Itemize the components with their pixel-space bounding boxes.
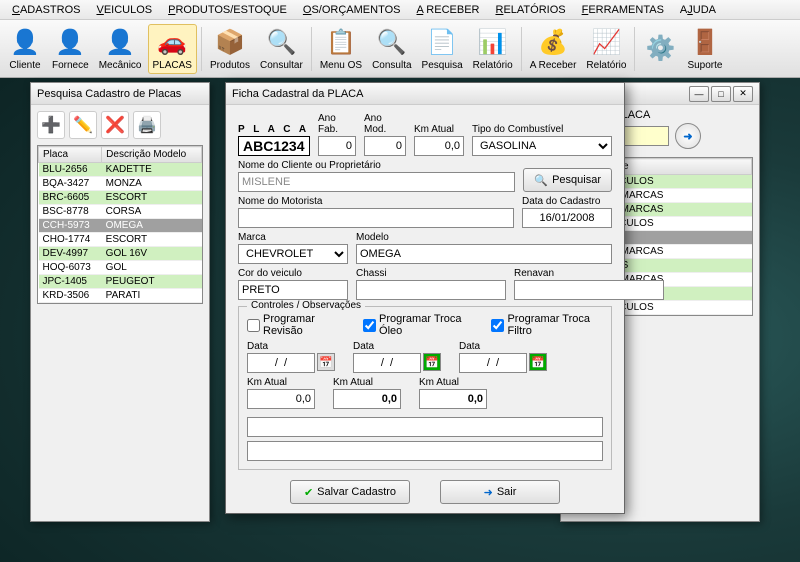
toolbar-relatório[interactable]: 📈Relatório [582,25,630,73]
chassi-input[interactable] [356,280,506,300]
placa-label: P L A C A [238,124,310,135]
km-input[interactable] [414,136,464,156]
table-row[interactable]: DEV-4997GOL 16V [39,247,202,261]
toolbar-pesquisa[interactable]: 📄Pesquisa [418,25,467,73]
window-title-text: Pesquisa Cadastro de Placas [37,88,181,100]
menu-item[interactable]: PRODUTOS/ESTOQUE [160,2,295,18]
comb-label: Tipo do Combustível [472,124,612,135]
menu-item[interactable]: AJUDA [672,2,724,18]
motorista-label: Nome do Motorista [238,196,514,207]
cliente-label: Nome do Cliente ou Proprietário [238,160,515,171]
table-row[interactable]: CHO-1774ESCORT [39,233,202,247]
table-row[interactable]: CCH-5973OMEGA [39,219,202,233]
controles-title: Controles / Observações [247,300,365,311]
data-rev-input[interactable] [247,353,315,373]
renavan-label: Renavan [514,268,664,279]
calendar-icon[interactable]: 📅 [423,353,441,371]
menu-item[interactable]: RELATÓRIOS [487,2,573,18]
table-row[interactable]: BLU-2656KADETTE [39,163,202,177]
delete-icon[interactable]: ❌ [101,111,129,139]
km-label: Km Atual [414,124,464,135]
arrow-icon: ➜ [484,486,493,499]
toolbar-consulta[interactable]: 🔍Consulta [368,25,415,73]
print-icon[interactable]: 🖨️ [133,111,161,139]
menu-item[interactable]: OS/ORÇAMENTOS [295,2,409,18]
toolbar-relatório[interactable]: 📊Relatório [469,25,517,73]
menu-item[interactable]: CADASTROS [4,2,88,18]
window-title: Pesquisa Cadastro de Placas [31,83,209,105]
cor-input[interactable] [238,280,348,300]
main-toolbar: 👤Cliente👤Fornece👤Mecânico🚗PLACAS📦Produto… [0,20,800,78]
toolbar-a receber[interactable]: 💰A Receber [526,25,581,73]
datacad-input[interactable] [522,208,612,228]
cor-label: Cor do veiculo [238,268,348,279]
placa-value: ABC1234 [238,136,310,156]
placa-grid[interactable]: PlacaDescrição ModeloBLU-2656KADETTEBQA-… [37,145,203,304]
check-icon: ✔ [304,486,313,499]
calendar-icon[interactable]: 📅 [529,353,547,371]
datacad-label: Data do Cadastro [522,196,612,207]
close-button[interactable]: ✕ [733,86,753,102]
anomod-label: Ano Mod. [364,113,406,135]
anofab-input[interactable] [318,136,356,156]
motorista-input[interactable] [238,208,514,228]
anofab-label: Ano Fab. [318,113,356,135]
table-row[interactable]: BQA-3427MONZA [39,177,202,191]
sair-button[interactable]: ➜ Sair [440,480,560,504]
renavan-input[interactable] [514,280,664,300]
calendar-icon[interactable]: 📅 [317,353,335,371]
search-window-left: Pesquisa Cadastro de Placas ➕ ✏️ ❌ 🖨️ Pl… [30,82,210,522]
data-filtro-input[interactable] [459,353,527,373]
anomod-input[interactable] [364,136,406,156]
data-oleo-input[interactable] [353,353,421,373]
toolbar-placas[interactable]: 🚗PLACAS [148,24,197,74]
pesquisar-button[interactable]: 🔍 Pesquisar [523,168,612,192]
minimize-button[interactable]: — [689,86,709,102]
toolbar-menu os[interactable]: 📋Menu OS [316,25,366,73]
cliente-input[interactable] [238,172,515,192]
menu-item[interactable]: A RECEBER [409,2,488,18]
window-toolbar: ➕ ✏️ ❌ 🖨️ [31,105,209,145]
menu-item[interactable]: FERRAMENTAS [574,2,672,18]
toolbar-fornece[interactable]: 👤Fornece [48,25,93,73]
go-button[interactable]: ➜ [675,123,701,149]
add-icon[interactable]: ➕ [37,111,65,139]
menu-item[interactable]: VEICULOS [88,2,160,18]
menubar: CADASTROSVEICULOSPRODUTOS/ESTOQUEOS/ORÇA… [0,0,800,20]
ficha-dialog: Ficha Cadastral da PLACA P L A C A ABC12… [225,82,625,514]
edit-icon[interactable]: ✏️ [69,111,97,139]
table-row[interactable]: JPC-1405PEUGEOT [39,275,202,289]
table-row[interactable]: BRC-6605ESCORT [39,191,202,205]
km-filtro-input[interactable] [419,389,487,409]
salvar-button[interactable]: ✔ Salvar Cadastro [290,480,410,504]
chk-filtro[interactable]: Programar Troca Filtro [491,313,603,337]
toolbar-suporte[interactable]: 🚪Suporte [683,25,726,73]
dialog-title: Ficha Cadastral da PLACA [226,83,624,105]
comb-select[interactable]: GASOLINA [472,136,612,156]
search-icon: 🔍 [534,174,548,187]
toolbar-produtos[interactable]: 📦Produtos [206,25,254,73]
chk-revisao[interactable]: Programar Revisão [247,313,345,337]
toolbar-cliente[interactable]: 👤Cliente [4,25,46,73]
marca-label: Marca [238,232,348,243]
maximize-button[interactable]: □ [711,86,731,102]
obs2-input[interactable] [247,441,603,461]
obs1-input[interactable] [247,417,603,437]
table-row[interactable]: HOQ-6073GOL [39,261,202,275]
table-row[interactable]: BSC-8778CORSA [39,205,202,219]
table-row[interactable]: KRD-3506PARATI [39,289,202,303]
modelo-label: Modelo [356,232,612,243]
toolbar-btn[interactable]: ⚙️ [639,30,681,67]
chassi-label: Chassi [356,268,506,279]
km-rev-input[interactable] [247,389,315,409]
controles-group: Controles / Observações Programar Revisã… [238,306,612,470]
toolbar-consultar[interactable]: 🔍Consultar [256,25,307,73]
chk-oleo[interactable]: Programar Troca Óleo [363,313,473,337]
modelo-input[interactable] [356,244,612,264]
toolbar-mecânico[interactable]: 👤Mecânico [95,25,146,73]
marca-select[interactable]: CHEVROLET [238,244,348,264]
km-oleo-input[interactable] [333,389,401,409]
dialog-title-text: Ficha Cadastral da PLACA [232,88,363,100]
